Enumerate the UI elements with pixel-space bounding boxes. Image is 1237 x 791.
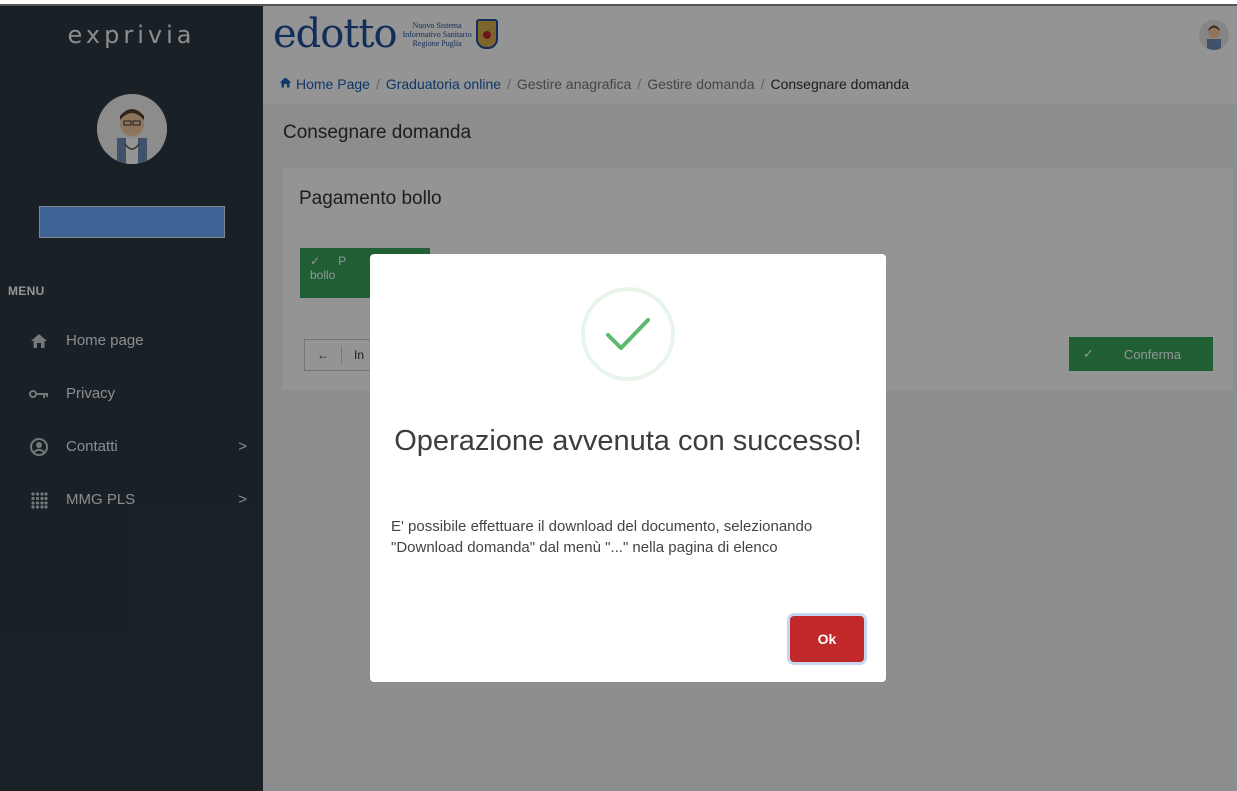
modal-backdrop-sidebar	[0, 6, 263, 791]
success-check-icon	[581, 287, 675, 381]
ok-button[interactable]: Ok	[790, 616, 864, 662]
window-frame-line	[0, 0, 1237, 6]
dialog-message: E' possibile effettuare il download del …	[391, 518, 813, 556]
success-dialog: Operazione avvenuta con successo! E' pos…	[370, 254, 886, 682]
dialog-title: Operazione avvenuta con successo!	[394, 425, 862, 457]
